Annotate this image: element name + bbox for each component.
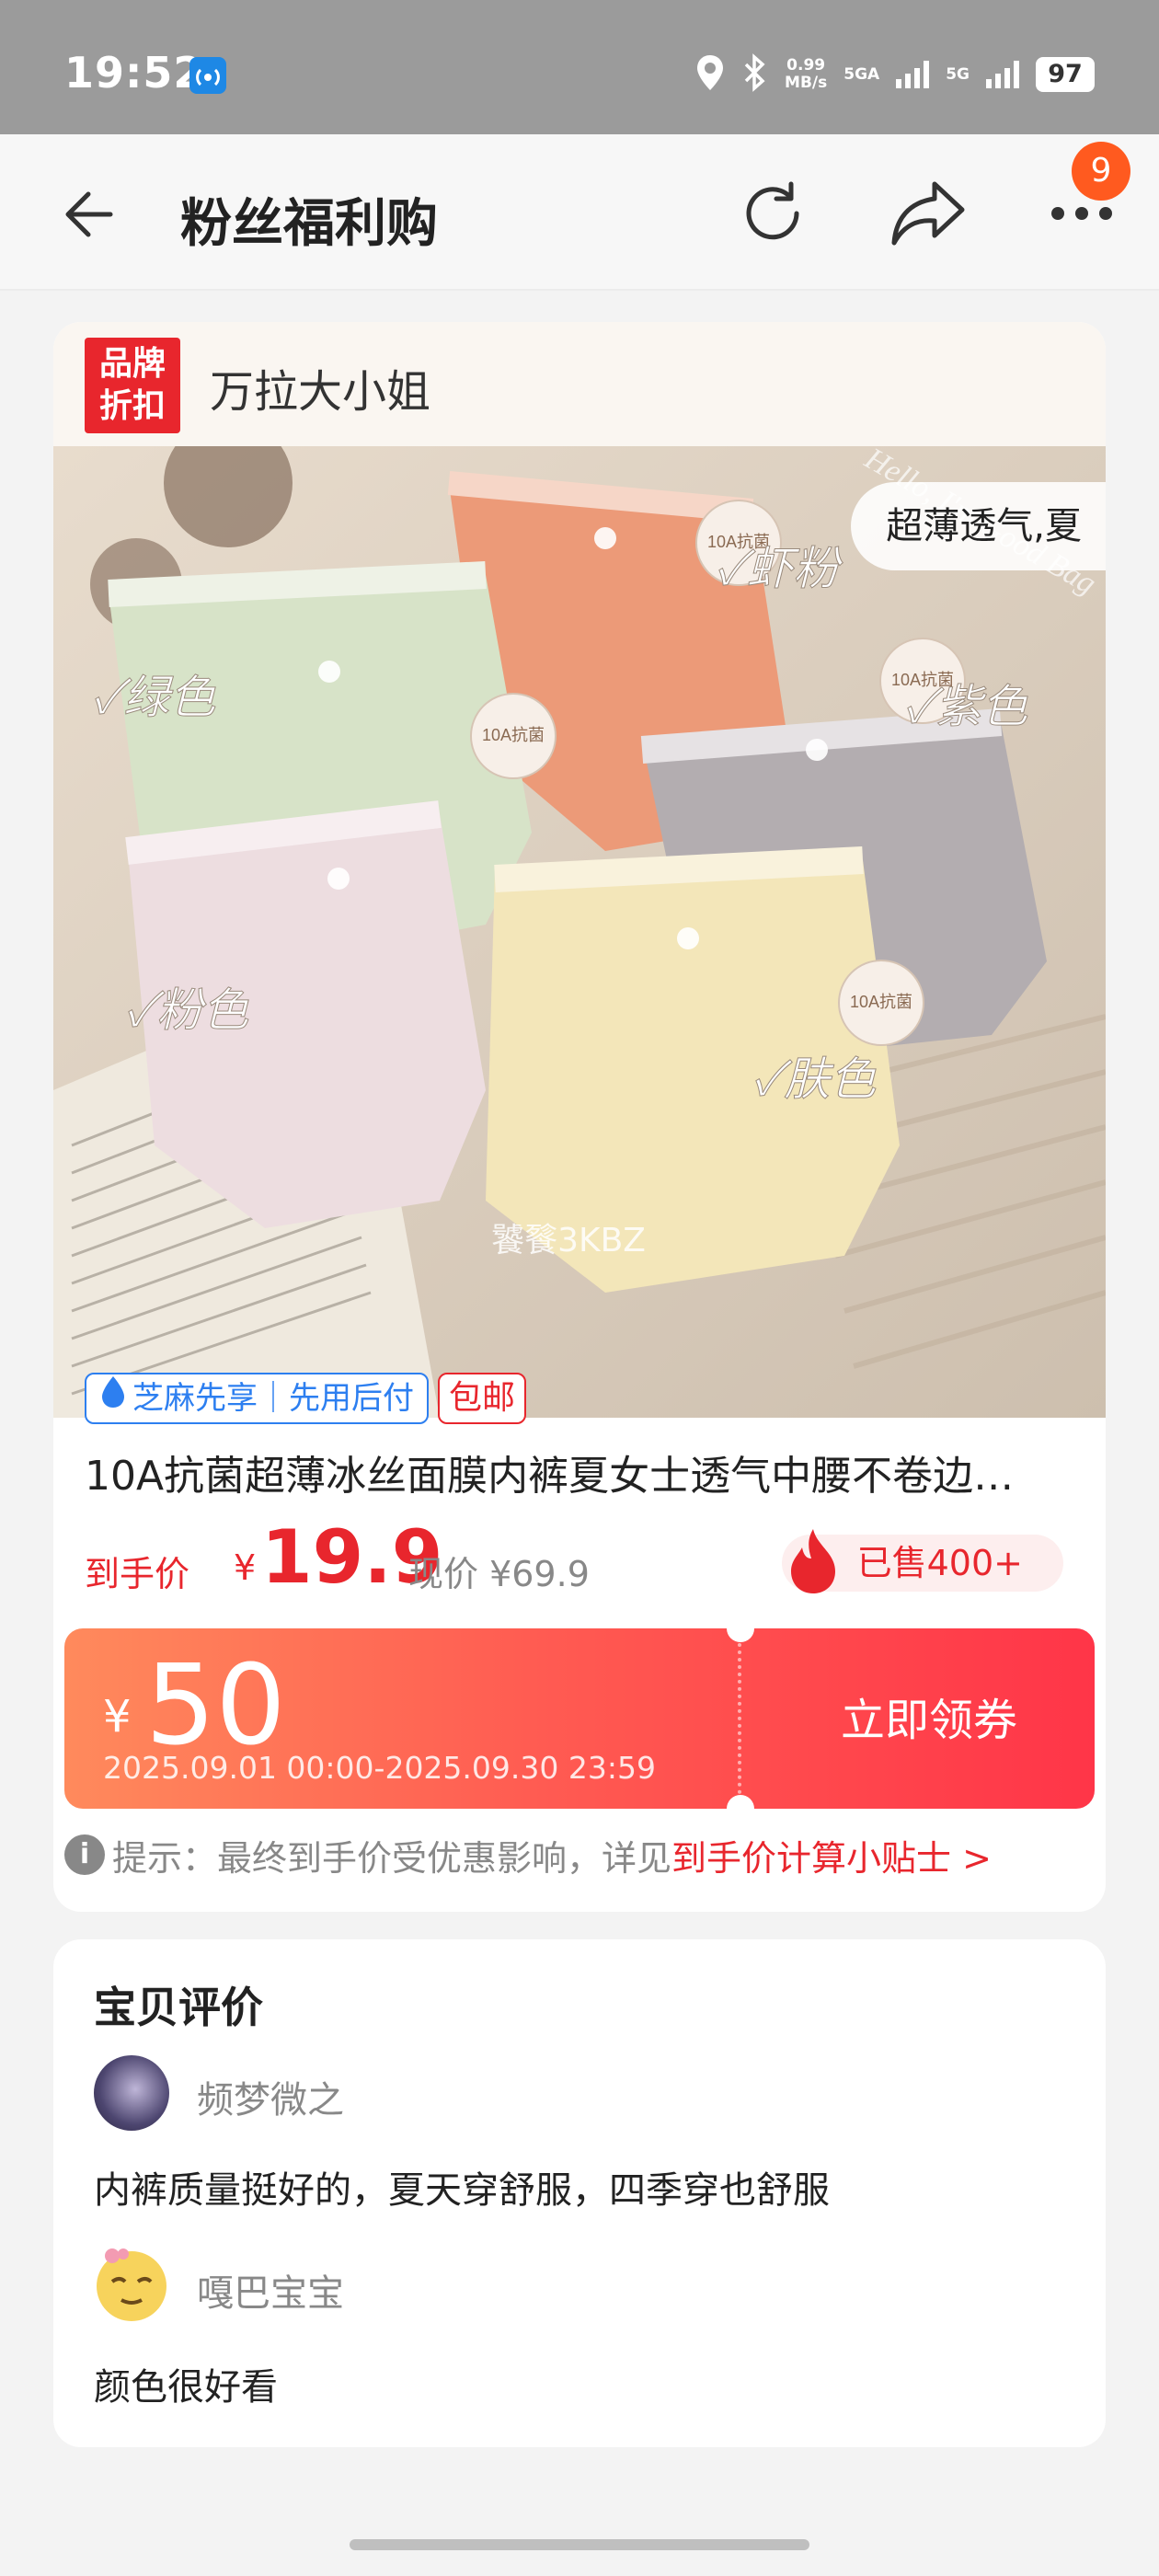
bluetooth-icon [742,53,768,96]
coupon-currency: ¥ [103,1691,132,1742]
coupon-validity: 2025.09.01 00:00-2025.09.30 23:59 [103,1750,656,1786]
service-tags: 芝麻先享｜先用后付 包邮 [85,1373,527,1424]
location-icon [694,53,726,96]
review-text: 颜色很好看 [94,2366,278,2409]
price-calc-tips-link[interactable]: 到手价计算小贴士 > [671,1830,992,1880]
coupon-banner[interactable]: ¥ 50 2025.09.01 00:00-2025.09.30 23:59 立… [64,1628,1095,1809]
speed-unit: MB/s [785,74,828,92]
store-header[interactable]: 品牌 折扣 万拉大小姐 [53,322,1106,446]
status-icons: 0.99 MB/s 5GA 5G 97 [694,52,1095,98]
image-tag-text: 10A抗菌 [850,993,912,1011]
reviews-card[interactable]: 宝贝评价 频梦微之 内裤质量挺好的，夏天穿舒服，四季穿也舒服 嘎巴宝宝 颜色很好… [53,1939,1106,2447]
sold-count-badge: 已售400+ [781,1529,1063,1593]
badge-line-2: 折扣 [98,387,166,425]
avatar [94,2248,169,2324]
status-time: 19:52 [64,48,204,98]
review-text: 内裤质量挺好的，夏天穿舒服，四季穿也舒服 [94,2169,830,2212]
network-speed: 0.99 MB/s [785,57,827,92]
top-nav: 粉丝福利购 9 [0,134,1159,291]
relieved-face-icon [97,2248,166,2321]
product-title[interactable]: 10A抗菌超薄冰丝面膜内裤夏女士透气中腰不卷边… [85,1443,1078,1501]
zhima-tag-label: 芝麻先享｜先用后付 [132,1380,414,1417]
coupon-notch-top [727,1628,754,1642]
battery-indicator: 97 [1036,57,1095,92]
signal-bars-icon [986,61,1019,88]
image-feature-pill: 超薄透气,夏 [851,482,1106,570]
color-label-green: ✓绿色 [92,672,216,723]
price-currency: ¥ [234,1547,257,1588]
home-indicator[interactable] [350,2539,809,2550]
review-username: 嘎巴宝宝 [197,2272,344,2315]
claim-coupon-button[interactable]: 立即领券 [800,1684,1058,1748]
share-icon[interactable] [889,178,968,248]
speed-value: 0.99 [786,56,826,75]
flame-icon [780,1527,846,1597]
refresh-icon[interactable] [736,177,809,250]
store-name: 万拉大小姐 [210,366,431,418]
final-price-label: 到手价 [85,1554,190,1594]
color-label-purple: ✓紫色 [904,681,1028,732]
info-icon: i [64,1834,105,1875]
color-label-pink: ✓粉色 [125,984,249,1036]
coupon-divider [738,1628,741,1809]
page-title: 粉丝福利购 [180,194,438,254]
price-tip: i 提示：最终到手价受优惠影响，详见 到手价计算小贴士 > [64,1829,1095,1880]
price-row: 到手价 ¥ 19.9 现价 ¥69.9 已售400+ [85,1514,1078,1600]
product-card[interactable]: 品牌 折扣 万拉大小姐 10A抗菌 10A抗菌 10A抗菌 10A抗菌 ✓虾粉 … [53,322,1106,1912]
brand-discount-badge: 品牌 折扣 [85,338,180,433]
product-photo-illustration: 10A抗菌 10A抗菌 10A抗菌 10A抗菌 ✓虾粉 ✓绿色 ✓紫色 ✓粉色 … [53,446,1106,1418]
image-tag-text: 10A抗菌 [482,726,545,744]
signal-5ga: 5GA [843,66,879,83]
back-arrow-icon[interactable] [59,182,123,247]
status-bar: 19:52 0.99 MB/s 5GA 5G 97 [0,0,1159,134]
badge-line-1: 品牌 [98,345,166,383]
reviews-title: 宝贝评价 [94,1983,263,2032]
current-price: 现价 ¥69.9 [408,1554,590,1594]
sold-count: 已售400+ [856,1543,1023,1583]
avatar [94,2055,169,2131]
color-label-shrimp-pink: ✓虾粉 [716,543,843,594]
free-shipping-tag: 包邮 [438,1373,527,1424]
signal-bars-icon [896,61,930,88]
color-label-skin: ✓肤色 [752,1053,877,1105]
review-item[interactable]: 频梦微之 内裤质量挺好的，夏天穿舒服，四季穿也舒服 [94,2055,1069,2239]
review-username: 频梦微之 [197,2079,344,2122]
net-label-1: 5GA [843,65,880,84]
tip-text: 提示：最终到手价受优惠影响，详见 [112,1837,672,1879]
zhima-pay-later-tag: 芝麻先享｜先用后付 [85,1373,429,1424]
net-label-2: 5G [946,65,970,84]
product-image[interactable]: 10A抗菌 10A抗菌 10A抗菌 10A抗菌 ✓虾粉 ✓绿色 ✓紫色 ✓粉色 … [53,446,1106,1418]
review-item[interactable]: 嘎巴宝宝 颜色很好看 [94,2248,1069,2423]
signal-5g: 5G [946,66,970,83]
image-watermark: 饕餮3KBZ [491,1222,646,1259]
water-drop-icon [99,1374,127,1423]
coupon-notch-bottom [727,1795,754,1809]
hotspot-icon [189,57,226,94]
notification-count-badge: 9 [1072,142,1130,201]
